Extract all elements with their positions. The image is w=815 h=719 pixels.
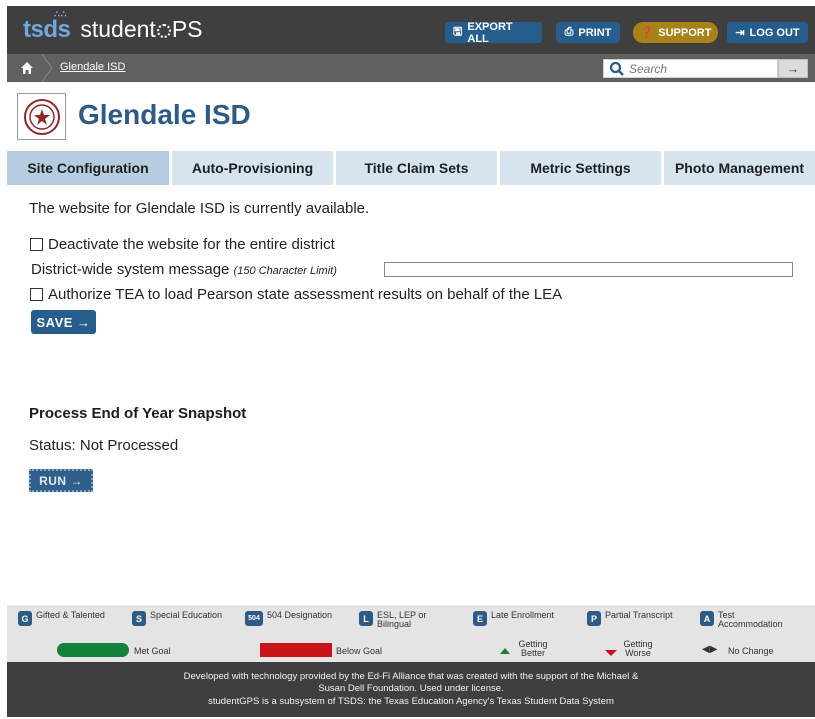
footer-line-3: studentGPS is a subsystem of TSDS: the T… [208, 696, 614, 707]
esl-badge-icon: L [359, 611, 373, 626]
footer-line-1: Developed with technology provided by th… [183, 671, 639, 682]
breadcrumb-district-link[interactable]: Glendale ISD [60, 61, 125, 73]
legend-504: 504 504 Designation [245, 611, 347, 626]
logo-tsds: tsds ∴∴ [23, 9, 71, 43]
system-message-label: District-wide system message (150 Charac… [31, 261, 337, 278]
legend-esl: L ESL, LEP or Bilingual [359, 611, 457, 629]
support-button[interactable]: ❓ SUPPORT [633, 22, 718, 43]
footer: Developed with technology provided by th… [7, 662, 815, 717]
student-gps-logo[interactable]: tsds ∴∴ student PS [23, 9, 203, 46]
legend-gifted: G Gifted & Talented [18, 611, 116, 626]
met-goal-label: Met Goal [134, 646, 171, 656]
authorize-row: Authorize TEA to load Pearson state asse… [30, 286, 562, 303]
legend-partial-transcript: P Partial Transcript [587, 611, 685, 626]
home-icon[interactable] [20, 61, 34, 75]
top-bar: tsds ∴∴ student PS 🖫 EXPORT ALL ⎙ PRINT ❓… [7, 6, 815, 54]
character-limit-note: (150 Character Limit) [233, 265, 337, 277]
legend-badges: G Gifted & Talented S Special Education … [7, 605, 815, 637]
end-of-year-title: Process End of Year Snapshot [29, 405, 247, 422]
test-accommodation-badge-icon: A [700, 611, 714, 626]
legend-test-accommodation: A Test Accommodation [700, 611, 798, 629]
tab-site-configuration[interactable]: Site Configuration [7, 151, 169, 185]
legend-goals: Met Goal Below Goal Getting Better Getti… [7, 637, 815, 662]
deactivate-checkbox[interactable] [30, 238, 43, 251]
legend-special-ed: S Special Education [132, 611, 230, 626]
breadcrumb: Glendale ISD → [7, 54, 815, 82]
export-all-button[interactable]: 🖫 EXPORT ALL [445, 20, 542, 45]
question-icon: ❓ [639, 27, 654, 39]
partial-transcript-badge-icon: P [587, 611, 601, 626]
getting-worse-label: Getting Worse [623, 639, 653, 658]
texas-seal-icon [23, 98, 60, 135]
globe-icon [156, 24, 171, 38]
tab-title-claim-sets[interactable]: Title Claim Sets [336, 151, 497, 185]
no-change-label: No Change [728, 646, 774, 656]
search-go-button[interactable]: → [778, 59, 808, 78]
authorize-label: Authorize TEA to load Pearson state asse… [48, 286, 563, 303]
getting-better-label: Getting Better [518, 639, 548, 658]
logo-student: student [80, 16, 156, 42]
deactivate-label: Deactivate the website for the entire di… [48, 236, 335, 253]
deactivate-row: Deactivate the website for the entire di… [30, 236, 335, 253]
page-title: Glendale ISD [78, 99, 251, 130]
breadcrumb-separator-icon [41, 54, 53, 82]
log-out-label: LOG OUT [749, 26, 800, 39]
logout-icon: ⇥ [735, 27, 745, 39]
below-goal-label: Below Goal [336, 646, 383, 656]
504-badge-icon: 504 [245, 611, 263, 626]
late-enrollment-badge-icon: E [473, 611, 487, 626]
gifted-badge-icon: G [18, 611, 32, 626]
support-label: SUPPORT [658, 26, 712, 39]
printer-icon: ⎙ [564, 26, 574, 38]
save-button[interactable]: SAVE → [31, 310, 96, 334]
search-input[interactable] [629, 61, 769, 76]
special-ed-badge-icon: S [132, 611, 146, 626]
system-message-input[interactable] [384, 262, 793, 277]
print-label: PRINT [578, 26, 612, 39]
legend-late-enrollment: E Late Enrollment [473, 611, 571, 626]
tab-metric-settings[interactable]: Metric Settings [500, 151, 661, 185]
log-out-button[interactable]: ⇥ LOG OUT [727, 22, 808, 43]
run-button[interactable]: RUN → [29, 469, 93, 492]
tab-photo-management[interactable]: Photo Management [664, 151, 815, 185]
export-all-label: EXPORT ALL [467, 20, 513, 45]
tab-auto-provisioning[interactable]: Auto-Provisioning [172, 151, 333, 185]
status-text: Status: Not Processed [29, 437, 179, 454]
save-icon: 🖫 [453, 26, 463, 38]
footer-line-2: Susan Dell Foundation. Used under licens… [318, 683, 504, 694]
logo-gps: PS [156, 16, 203, 43]
below-goal-swatch [260, 643, 332, 657]
print-button[interactable]: ⎙ PRINT [556, 22, 620, 43]
authorize-checkbox[interactable] [30, 288, 43, 301]
logo-dots-icon: ∴∴ [54, 9, 68, 19]
met-goal-swatch [57, 643, 129, 657]
search-icon [609, 61, 624, 76]
search-box [603, 59, 778, 78]
tab-bar: Site Configuration Auto-Provisioning Tit… [7, 151, 815, 185]
availability-text: The website for Glendale ISD is currentl… [29, 200, 370, 217]
no-change-arrows-icon: ◀▶ [702, 644, 718, 655]
district-seal [17, 93, 66, 140]
app-root: tsds ∴∴ student PS 🖫 EXPORT ALL ⎙ PRINT ❓… [0, 0, 815, 719]
